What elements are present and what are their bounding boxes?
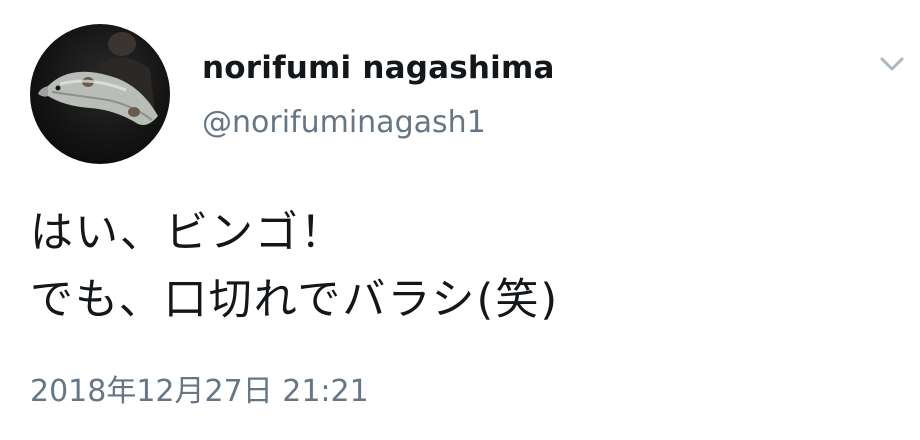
avatar[interactable] (30, 24, 170, 164)
user-handle[interactable]: @norifuminagash1 (202, 105, 486, 140)
display-name[interactable]: norifumi nagashima (202, 50, 555, 86)
tweet-timestamp[interactable]: 2018年12月27日 21:21 (30, 366, 369, 410)
tweet-text: はい、ビンゴ！ でも、口切れでバラシ(笑) (30, 200, 559, 334)
tweet-card: norifumi nagashima @norifuminagash1 はい、ビ… (0, 0, 920, 440)
chevron-down-icon[interactable] (874, 46, 910, 82)
avatar-photo (38, 32, 158, 125)
tweet-text-line: でも、口切れでバラシ(笑) (30, 275, 560, 325)
tweet-text-line: はい、ビンゴ！ (30, 208, 345, 258)
